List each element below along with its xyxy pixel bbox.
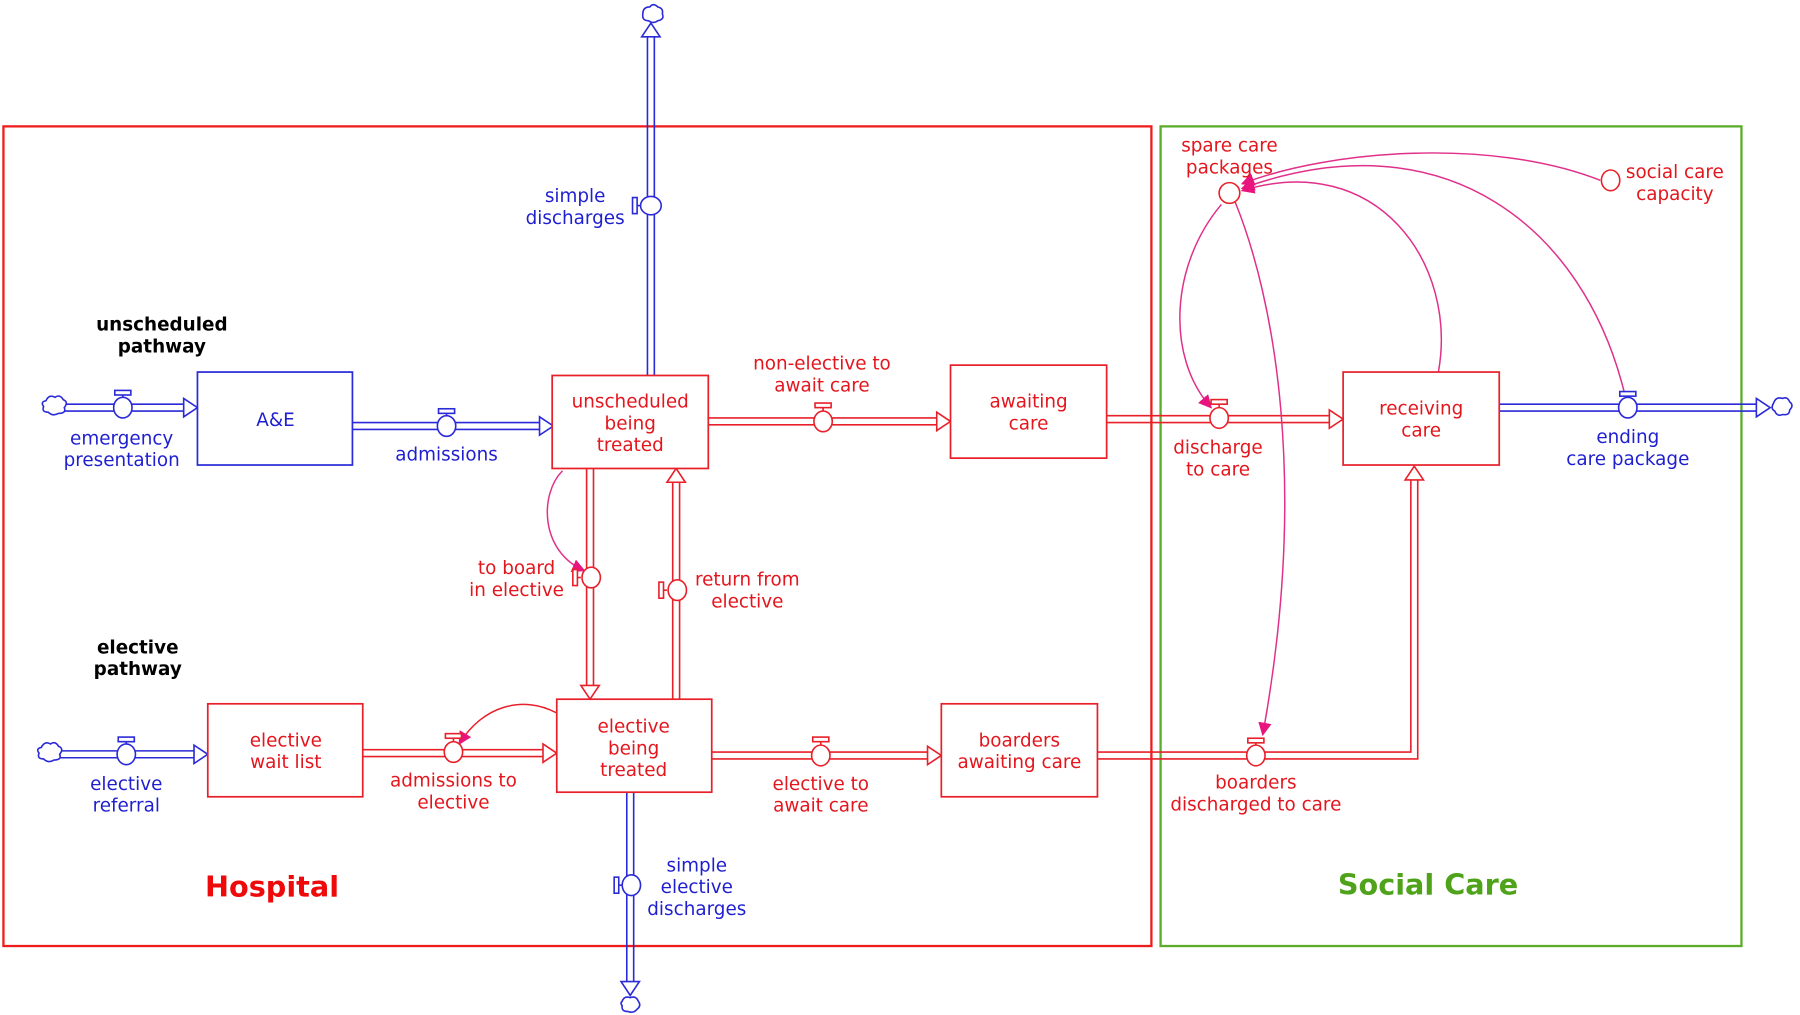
svg-text:return from: return from xyxy=(695,570,800,591)
cloud-icon xyxy=(1771,396,1793,416)
cloud-icon xyxy=(36,741,63,763)
valve-elective-referral[interactable]: elective referral xyxy=(90,736,162,817)
valve-discharge-to-care[interactable]: discharge to care xyxy=(1173,398,1263,481)
elective-pathway-label: elective pathway xyxy=(94,637,182,680)
aux-spare-care-packages[interactable]: spare care packages xyxy=(1181,136,1278,205)
svg-text:pathway: pathway xyxy=(118,337,206,358)
svg-text:care: care xyxy=(1401,420,1441,441)
stock-awaiting-care[interactable]: awaiting care xyxy=(949,364,1108,459)
link-ending-to-spare xyxy=(1240,164,1626,393)
social-care-region xyxy=(1159,125,1743,948)
svg-text:elective: elective xyxy=(250,730,322,751)
link-receiving-to-spare xyxy=(1240,180,1443,373)
svg-text:discharge: discharge xyxy=(1173,438,1262,459)
valve-admissions-to-elective[interactable]: admissions to elective xyxy=(390,732,517,814)
valve-boarders-discharged-to-care[interactable]: boarders discharged to care xyxy=(1170,737,1341,816)
svg-text:pathway: pathway xyxy=(94,659,182,680)
link-unscheduled-to-board xyxy=(546,470,586,572)
svg-text:discharges: discharges xyxy=(647,899,746,920)
svg-text:spare care: spare care xyxy=(1181,136,1278,157)
svg-text:unscheduled: unscheduled xyxy=(96,315,228,336)
cloud-icon xyxy=(620,996,641,1014)
svg-text:treated: treated xyxy=(600,760,667,781)
social-care-title: Social Care xyxy=(1338,867,1518,901)
svg-text:discharged to care: discharged to care xyxy=(1170,795,1341,816)
svg-text:in elective: in elective xyxy=(469,580,564,601)
simple-discharges-pipe xyxy=(640,3,664,376)
svg-text:awaiting: awaiting xyxy=(989,392,1067,413)
valve-elective-to-await-care[interactable]: elective to await care xyxy=(773,736,870,817)
link-capacity-to-spare xyxy=(1240,152,1601,186)
cloud-icon xyxy=(641,3,664,24)
valve-ending-care-package[interactable]: ending care package xyxy=(1566,390,1689,470)
svg-text:wait list: wait list xyxy=(250,752,321,773)
ending-care-package-pipe xyxy=(1499,396,1793,419)
svg-text:elective: elective xyxy=(661,877,733,898)
stock-receiving-care[interactable]: receiving care xyxy=(1342,371,1501,466)
link-elective-to-admissions xyxy=(458,703,558,746)
svg-text:boarders: boarders xyxy=(1215,773,1296,794)
svg-text:capacity: capacity xyxy=(1636,184,1714,205)
stock-flow-diagram: Hospital Social Care unscheduled pathway… xyxy=(2,3,1793,1014)
boarders-discharged-to-care-pipe xyxy=(1097,464,1425,760)
svg-text:being: being xyxy=(608,738,659,759)
simple-elective-discharges-pipe xyxy=(619,792,641,1014)
svg-text:A&E: A&E xyxy=(256,410,294,431)
stock-elective-being-treated[interactable]: elective being treated xyxy=(555,698,713,794)
valve-to-board-in-elective[interactable]: to board in elective xyxy=(469,558,602,601)
svg-text:elective: elective xyxy=(97,637,179,658)
svg-text:discharges: discharges xyxy=(526,208,625,229)
valve-emergency-presentation[interactable]: emergency presentation xyxy=(64,389,180,471)
svg-text:care: care xyxy=(1009,413,1049,434)
stock-elective-wait-list[interactable]: elective wait list xyxy=(206,702,364,798)
svg-text:simple: simple xyxy=(545,186,606,207)
svg-text:social care: social care xyxy=(1626,162,1724,183)
svg-text:elective: elective xyxy=(417,792,489,813)
svg-text:ending: ending xyxy=(1596,427,1659,448)
svg-text:to board: to board xyxy=(478,558,555,579)
link-spare-to-discharge xyxy=(1179,203,1222,409)
valve-admissions[interactable]: admissions xyxy=(395,407,498,466)
svg-text:elective: elective xyxy=(90,774,162,795)
valve-simple-discharges[interactable]: simple discharges xyxy=(526,186,663,229)
svg-text:admissions: admissions xyxy=(395,444,498,465)
svg-text:simple: simple xyxy=(667,855,728,876)
svg-text:being: being xyxy=(605,413,656,434)
svg-text:referral: referral xyxy=(93,796,160,817)
svg-text:treated: treated xyxy=(597,435,664,456)
svg-text:presentation: presentation xyxy=(64,450,180,471)
svg-text:elective: elective xyxy=(598,717,670,738)
stock-boarders-awaiting-care[interactable]: boarders awaiting care xyxy=(940,702,1099,798)
unscheduled-pathway-label: unscheduled pathway xyxy=(96,315,228,358)
svg-text:elective: elective xyxy=(711,591,783,612)
stock-unscheduled-being-treated[interactable]: unscheduled being treated xyxy=(551,374,710,470)
svg-text:non-elective to: non-elective to xyxy=(753,354,891,375)
hospital-region xyxy=(2,125,1153,948)
svg-text:receiving: receiving xyxy=(1379,399,1463,420)
svg-text:packages: packages xyxy=(1186,157,1273,178)
svg-text:care package: care package xyxy=(1566,449,1689,470)
stock-ae[interactable]: A&E xyxy=(196,371,354,466)
svg-text:emergency: emergency xyxy=(70,428,173,449)
svg-text:await care: await care xyxy=(774,376,869,397)
cloud-icon xyxy=(41,395,68,416)
hospital-title: Hospital xyxy=(205,870,339,904)
svg-text:await care: await care xyxy=(773,796,868,817)
valve-non-elective-to-await-care[interactable]: non-elective to await care xyxy=(753,354,891,433)
svg-text:boarders: boarders xyxy=(979,730,1060,751)
svg-text:to care: to care xyxy=(1186,459,1250,480)
svg-text:unscheduled: unscheduled xyxy=(572,392,689,413)
svg-text:awaiting care: awaiting care xyxy=(957,752,1081,773)
svg-text:elective to: elective to xyxy=(773,774,870,795)
svg-text:admissions to: admissions to xyxy=(390,770,517,791)
aux-social-care-capacity[interactable]: social care capacity xyxy=(1600,162,1724,205)
